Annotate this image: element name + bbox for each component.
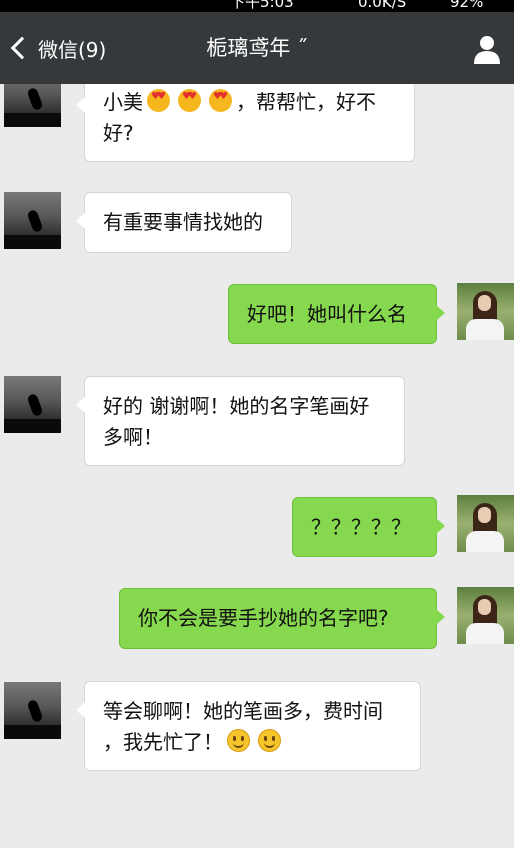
my-avatar[interactable] [457,587,514,644]
message-bubble-incoming[interactable]: 小美 ，帮帮忙，好不 好? [76,84,415,162]
message-text: 好吧！她叫什么名 [247,302,407,326]
battery-level: 92% [450,0,484,11]
heart-eyes-emoji-icon [147,89,170,112]
message-bubble-outgoing[interactable]: ？？？？？ [292,497,445,557]
message-text: 多啊！ [103,425,163,449]
message-bubble-incoming[interactable]: 有重要事情找她的 [76,192,292,253]
user-profile-icon[interactable] [472,34,502,64]
contact-avatar[interactable] [4,376,61,433]
smile-emoji-icon [227,729,250,752]
message-list[interactable]: 小美 ，帮帮忙，好不 好? 有重要事情找她的 好吧！她叫什么名 好的 谢谢啊！她的… [0,84,514,848]
my-avatar[interactable] [457,495,514,552]
chat-header: 微信(9) 栀璃鸢年 ˝ [0,12,514,84]
message-bubble-incoming[interactable]: 好的 谢谢啊！她的名字笔画好 多啊！ [76,376,405,466]
status-bar: 下午5:03 0.0K/S 92% [0,0,514,12]
message-text: 等会聊啊！她的笔画多，费时间 [103,699,383,723]
message-bubble-outgoing[interactable]: 好吧！她叫什么名 [228,284,445,344]
network-speed: 0.0K/S [358,0,407,11]
contact-avatar[interactable] [4,682,61,739]
chat-title: 栀璃鸢年 ˝ [206,36,308,60]
message-text: ？？？？？ [311,515,411,539]
heart-eyes-emoji-icon [178,89,201,112]
message-text: 你不会是要手抄她的名字吧? [138,606,389,630]
message-text: 小美 [103,90,143,114]
heart-eyes-emoji-icon [209,89,232,112]
message-text: ，我先忙了！ [103,730,223,754]
message-text: 有重要事情找她的 [103,210,263,234]
message-text: 好? [103,121,134,145]
status-time: 下午5:03 [230,0,294,11]
smile-emoji-icon [258,729,281,752]
message-text: ，帮帮忙，好不 [236,90,376,114]
message-text: 好的 谢谢啊！她的名字笔画好 [103,394,370,418]
contact-avatar[interactable] [4,84,61,127]
my-avatar[interactable] [457,283,514,340]
contact-avatar[interactable] [4,192,61,249]
message-bubble-incoming[interactable]: 等会聊啊！她的笔画多，费时间 ，我先忙了！ [76,681,421,771]
message-bubble-outgoing[interactable]: 你不会是要手抄她的名字吧? [119,588,445,649]
